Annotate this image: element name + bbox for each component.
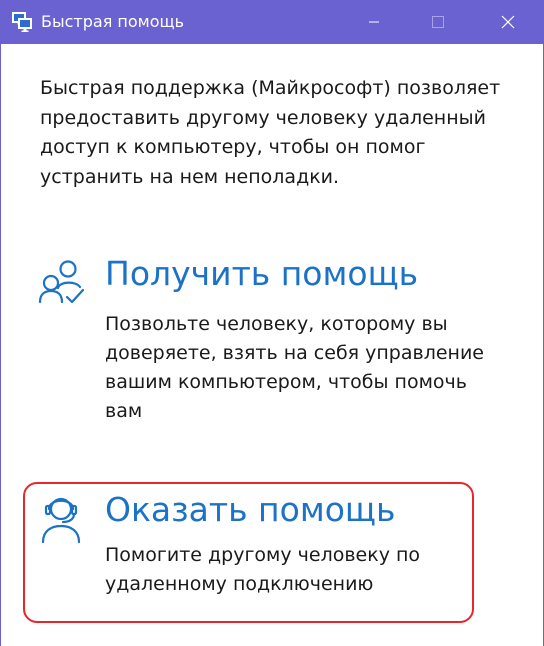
minimize-button[interactable] — [351, 0, 397, 44]
get-help-title[interactable]: Получить помощь — [105, 254, 418, 294]
quick-assist-app-icon — [12, 12, 32, 32]
people-check-icon — [37, 256, 91, 310]
quick-assist-window: Быстрая помощь Быстрая поддержка (Майкро… — [0, 0, 544, 646]
maximize-button[interactable] — [415, 0, 461, 44]
title-bar[interactable]: Быстрая помощь — [1, 0, 544, 44]
minimize-icon — [369, 21, 379, 23]
maximize-icon — [432, 16, 444, 28]
intro-text: Быстрая поддержка (Майкрософт) позволяет… — [40, 77, 501, 188]
close-icon — [501, 15, 515, 29]
window-title: Быстрая помощь — [41, 12, 185, 31]
give-help-title[interactable]: Оказать помощь — [105, 490, 395, 530]
give-help-description: Помогите другому человеку по удаленному … — [105, 544, 421, 595]
close-button[interactable] — [485, 0, 531, 44]
get-help-description: Позвольте человеку, которому вы доверяет… — [105, 313, 484, 422]
headset-person-icon — [37, 492, 91, 546]
